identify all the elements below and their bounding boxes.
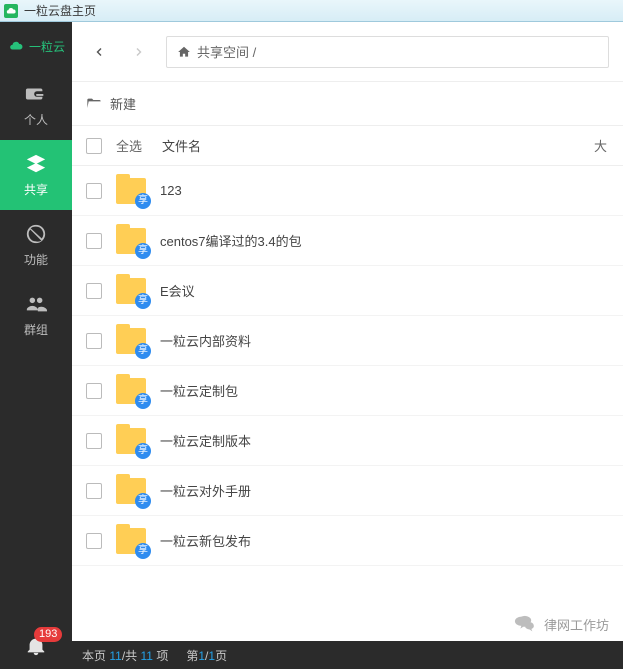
chevron-right-icon [133, 46, 145, 58]
home-icon [177, 45, 191, 59]
row-checkbox[interactable] [86, 483, 102, 499]
file-row[interactable]: 享 centos7编译过的3.4的包 [72, 216, 623, 266]
status-page-shown: 11 [109, 649, 121, 663]
col-size[interactable]: 大 [594, 136, 609, 155]
file-row[interactable]: 享一粒云定制版本 [72, 416, 623, 466]
file-name: 123 [160, 183, 182, 198]
status-prefix: 本页 [82, 649, 106, 663]
col-filename[interactable]: 文件名 [162, 136, 201, 155]
watermark-text: 律网工作坊 [544, 615, 609, 634]
layers-icon [25, 153, 47, 175]
file-row[interactable]: 享 123 [72, 166, 623, 216]
file-row[interactable]: 享 E会议 [72, 266, 623, 316]
folder-icon: 享 [116, 178, 146, 204]
sidebar-item-function[interactable]: 功能 [0, 210, 72, 280]
watermark: 律网工作坊 [514, 613, 609, 635]
row-checkbox[interactable] [86, 383, 102, 399]
wechat-icon [514, 613, 536, 635]
notification-badge: 193 [34, 627, 62, 642]
folder-icon: 享 [116, 228, 146, 254]
folder-open-icon [86, 96, 102, 112]
breadcrumb[interactable]: 共享空间 / [166, 36, 609, 68]
share-badge-icon: 享 [135, 243, 151, 259]
row-checkbox[interactable] [86, 283, 102, 299]
share-badge-icon: 享 [135, 443, 151, 459]
share-badge-icon: 享 [135, 393, 151, 409]
sidebar-item-group[interactable]: 群组 [0, 280, 72, 350]
status-sep: /共 [122, 649, 137, 663]
folder-icon: 享 [116, 378, 146, 404]
file-name: 一粒云定制版本 [160, 431, 251, 450]
brand: 一粒云 [0, 22, 72, 70]
file-row[interactable]: 享一粒云内部资料 [72, 316, 623, 366]
toolbar: 新建 [72, 82, 623, 126]
status-page-suffix: 页 [215, 649, 227, 663]
file-row[interactable]: 享一粒云定制包 [72, 366, 623, 416]
sidebar: 一粒云 个人 共享 功能 群组 193 [0, 22, 72, 669]
breadcrumb-text: 共享空间 / [197, 42, 256, 61]
folder-icon: 享 [116, 428, 146, 454]
file-name: 一粒云新包发布 [160, 531, 251, 550]
status-bar: 本页 11/共 11 项 第1/1页 [72, 641, 623, 669]
people-icon [25, 293, 47, 315]
file-list: 享123享centos7编译过的3.4的包享E会议享一粒云内部资料享一粒云定制包… [72, 166, 623, 641]
sidebar-item-label: 共享 [24, 181, 48, 198]
forbid-icon [25, 223, 47, 245]
file-name: 一粒云内部资料 [160, 331, 251, 350]
share-badge-icon: 享 [135, 343, 151, 359]
share-badge-icon: 享 [135, 193, 151, 209]
folder-icon: 享 [116, 478, 146, 504]
file-name: centos7编译过的3.4的包 [160, 231, 302, 250]
notifications-button[interactable]: 193 [0, 623, 72, 669]
file-row[interactable]: 享一粒云对外手册 [72, 466, 623, 516]
row-checkbox[interactable] [86, 333, 102, 349]
share-badge-icon: 享 [135, 493, 151, 509]
file-row[interactable]: 享一粒云新包发布 [72, 516, 623, 566]
row-checkbox[interactable] [86, 233, 102, 249]
wallet-icon [25, 83, 47, 105]
nav-back-button[interactable] [86, 39, 112, 65]
share-badge-icon: 享 [135, 293, 151, 309]
file-name: 一粒云对外手册 [160, 481, 251, 500]
folder-icon: 享 [116, 328, 146, 354]
brand-text: 一粒云 [29, 38, 65, 55]
chevron-left-icon [93, 46, 105, 58]
sidebar-item-share[interactable]: 共享 [0, 140, 72, 210]
window-titlebar: 一粒云盘主页 [0, 0, 623, 22]
sidebar-item-personal[interactable]: 个人 [0, 70, 72, 140]
file-name: 一粒云定制包 [160, 381, 238, 400]
row-checkbox[interactable] [86, 533, 102, 549]
status-total: 11 [141, 649, 153, 663]
status-suffix: 项 [156, 649, 168, 663]
file-name: E会议 [160, 281, 195, 300]
new-button[interactable]: 新建 [110, 94, 136, 113]
folder-icon: 享 [116, 278, 146, 304]
row-checkbox[interactable] [86, 183, 102, 199]
folder-icon: 享 [116, 528, 146, 554]
column-header: 全选 文件名 大 [72, 126, 623, 166]
nav-row: 共享空间 / [72, 22, 623, 82]
sidebar-item-label: 功能 [24, 251, 48, 268]
window-title: 一粒云盘主页 [24, 0, 96, 22]
sidebar-item-label: 群组 [24, 321, 48, 338]
select-all-checkbox[interactable] [86, 138, 102, 154]
row-checkbox[interactable] [86, 433, 102, 449]
col-select-all-label[interactable]: 全选 [116, 136, 142, 155]
share-badge-icon: 享 [135, 543, 151, 559]
app-icon [4, 4, 18, 18]
sidebar-item-label: 个人 [24, 111, 48, 128]
status-page-prefix: 第 [186, 649, 198, 663]
nav-forward-button[interactable] [126, 39, 152, 65]
main-area: 共享空间 / 新建 全选 文件名 大 享 123 享 centos7编译过的3.4的包… [72, 22, 623, 669]
